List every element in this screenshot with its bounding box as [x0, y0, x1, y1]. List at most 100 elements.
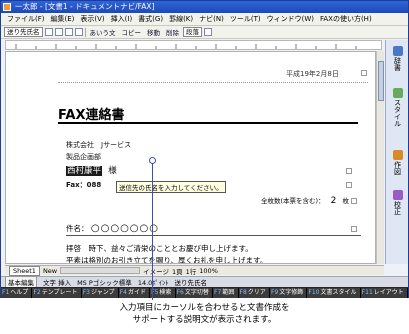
- ruler-ticks: [15, 44, 357, 49]
- fkey-f7[interactable]: F7範囲: [213, 287, 239, 298]
- fkey-number: F2: [33, 288, 41, 296]
- toolbar-separator: [84, 27, 86, 37]
- side-tab-label: スタイル: [393, 99, 402, 127]
- menu-navi[interactable]: ナビ(N): [197, 14, 226, 24]
- side-tab-label: 校正: [393, 201, 402, 215]
- document-title[interactable]: FAX連絡書: [58, 104, 124, 123]
- print-icon[interactable]: [74, 28, 83, 36]
- move-button[interactable]: 移動: [145, 27, 162, 37]
- fkey-f5[interactable]: F5検索: [150, 287, 176, 298]
- department-field[interactable]: 製品企画部: [66, 152, 101, 162]
- field-marker-icon: [346, 182, 352, 188]
- style-indicator[interactable]: 送り先氏名: [175, 277, 208, 287]
- subject-field[interactable]: ○○○○○○○: [91, 223, 159, 234]
- drawing-icon: [392, 150, 403, 160]
- input-hint-tooltip: 送信先の氏名を入力してください。: [116, 181, 226, 193]
- function-key-bar: F1ヘルプ F2テンプレート F3ジャンプ F4ガイド F5検索 F6文字切替 …: [1, 287, 408, 298]
- fkey-label: 範囲: [222, 288, 235, 296]
- font-indicator[interactable]: MS Pゴシック標準: [77, 277, 132, 287]
- delete-button[interactable]: 削除: [164, 27, 181, 37]
- company-field[interactable]: 株式会社 Jサービス: [66, 140, 131, 150]
- fkey-number: F6: [176, 288, 184, 296]
- subject-label: 件名：: [66, 224, 89, 233]
- scroll-thumb[interactable]: [378, 61, 384, 101]
- save-icon[interactable]: [64, 28, 73, 36]
- line-indicator: 1行: [185, 267, 197, 276]
- fkey-f1[interactable]: F1ヘルプ: [1, 287, 33, 298]
- subject-row: 件名： ○○○○○○○: [66, 223, 159, 234]
- menu-file[interactable]: ファイル(F): [5, 14, 47, 24]
- menu-view[interactable]: 表示(V): [78, 14, 106, 24]
- field-marker-icon: [351, 198, 357, 204]
- sheet-tab-bar: Sheet1 New イメージ 1頁 1行 100%: [5, 265, 384, 276]
- side-tab-style[interactable]: スタイル: [387, 88, 408, 127]
- ai-button[interactable]: あいう文: [88, 27, 118, 37]
- side-tab-label: 作図: [393, 161, 402, 175]
- view-image-label[interactable]: イメージ: [143, 266, 169, 276]
- toolbar: 送り先氏名 あいう文 コピー 移動 削除 段落: [1, 26, 408, 39]
- window-title: 一太郎 - [文書1 - ドキュメントナビ/FAX]: [15, 2, 155, 11]
- explanatory-caption: 入力項目にカーソルを合わせると文書作成を サポートする説明文が表示されます。: [0, 302, 409, 326]
- fkey-label: 文字切替: [184, 288, 209, 296]
- sheet-tab-sheet1[interactable]: Sheet1: [9, 265, 40, 276]
- recipient-name-field[interactable]: 西村康平: [66, 166, 103, 176]
- greeting-line-2[interactable]: 平素は格別のお引き立てを賜り、厚くお礼を申し上げます。: [66, 255, 267, 263]
- side-tab-drawing[interactable]: 作図: [387, 150, 408, 175]
- fkey-label: ガイド: [127, 288, 146, 296]
- fkey-label: レイアウト: [373, 288, 404, 296]
- menu-fax-help[interactable]: FAXの使い方(H): [318, 14, 374, 24]
- fkey-f9[interactable]: F9文字修飾: [269, 287, 308, 298]
- fkey-f10[interactable]: F10文書スタイル: [307, 287, 361, 298]
- menu-insert[interactable]: 挿入(I): [109, 14, 135, 24]
- char-mode-indicator: 文字 挿入: [43, 279, 72, 287]
- fkey-f3[interactable]: F3ジャンプ: [81, 287, 119, 298]
- font-size-indicator[interactable]: 14.0ﾎﾟｲﾝﾄ: [138, 277, 169, 287]
- field-marker-icon: [346, 168, 352, 174]
- fkey-f11[interactable]: F11レイアウト: [360, 287, 408, 298]
- fkey-label: 文書スタイル: [320, 288, 357, 296]
- horizontal-scrollbar[interactable]: [60, 267, 141, 274]
- fkey-label: ジャンプ: [91, 288, 115, 296]
- fkey-label: 文字修飾: [279, 288, 304, 296]
- open-folder-icon[interactable]: [54, 28, 63, 36]
- help-icon[interactable]: [204, 28, 212, 36]
- greeting-line-1[interactable]: 拝啓 時下、益々ご清栄のこととお慶び申し上げます。: [66, 243, 253, 254]
- document-area[interactable]: 平成19年2月8日 FAX連絡書 株式会社 Jサービス 製品企画部 西村康平 様…: [5, 51, 376, 264]
- fkey-f4[interactable]: F4ガイド: [118, 287, 151, 298]
- menu-ruled-lines[interactable]: 罫線(K): [167, 14, 195, 24]
- paragraph-select[interactable]: 段落: [183, 27, 202, 37]
- side-tab-proofread[interactable]: 校正: [387, 190, 408, 215]
- sheet-tab-new[interactable]: New: [43, 267, 57, 275]
- page-count-row: 全枚数(本票を含む)： 2 枚: [261, 195, 349, 206]
- dictionary-icon: [392, 46, 403, 56]
- menu-edit[interactable]: 編集(E): [49, 14, 77, 24]
- fkey-number: F9: [270, 288, 279, 296]
- fkey-number: F3: [82, 288, 90, 296]
- fax-number-field[interactable]: Fax：088: [66, 180, 101, 190]
- fkey-number: F4: [119, 288, 127, 296]
- new-document-icon[interactable]: [44, 28, 53, 36]
- horizontal-ruler[interactable]: [5, 40, 382, 50]
- caption-line-2: サポートする説明文が表示されます。: [132, 315, 277, 325]
- page-indicator: 1頁: [172, 267, 183, 276]
- caption-line-1: 入力項目にカーソルを合わせると文書作成を: [119, 303, 290, 313]
- menu-format[interactable]: 書式(G): [136, 14, 165, 24]
- recipient-suffix: 様: [108, 166, 117, 176]
- menu-window[interactable]: ウィンドウ(W): [265, 14, 316, 24]
- side-tab-dictionary[interactable]: 辞書: [387, 46, 408, 71]
- fkey-f2[interactable]: F2テンプレート: [32, 287, 82, 298]
- fkey-number: F7: [214, 288, 222, 296]
- style-select[interactable]: 送り先氏名: [4, 27, 43, 37]
- page-count-field[interactable]: 2: [331, 196, 337, 206]
- menu-tools[interactable]: ツール(T): [228, 14, 263, 24]
- vertical-scrollbar[interactable]: [376, 51, 384, 264]
- field-marker-icon: [361, 70, 367, 76]
- fkey-label: 検索: [159, 288, 172, 296]
- copy-button[interactable]: コピー: [120, 27, 144, 37]
- fkey-f8[interactable]: F8クリア: [238, 287, 270, 298]
- zoom-indicator[interactable]: 100%: [199, 267, 218, 275]
- date-field[interactable]: 平成19年2月8日: [286, 69, 339, 79]
- status-bar: 基本編集 文字 挿入 MS Pゴシック標準 14.0ﾎﾟｲﾝﾄ 送り先氏名: [1, 276, 408, 288]
- menu-bar: ファイル(F) 編集(E) 表示(V) 挿入(I) 書式(G) 罫線(K) ナビ…: [1, 13, 408, 26]
- fkey-f6[interactable]: F6文字切替: [175, 287, 214, 298]
